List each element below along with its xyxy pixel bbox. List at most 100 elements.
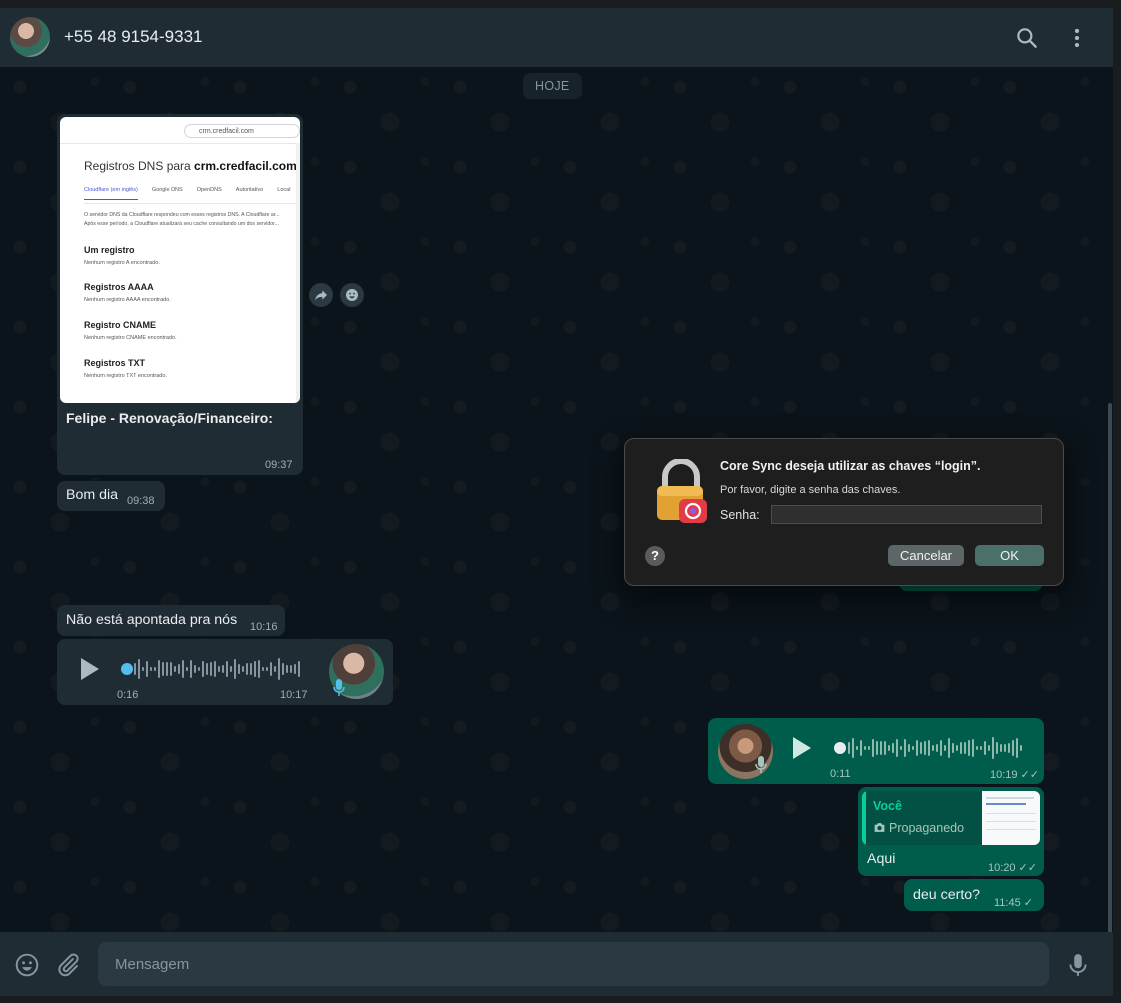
waveform-bar	[266, 666, 268, 672]
waveform-bar	[852, 737, 854, 759]
waveform-bar	[254, 661, 256, 677]
screenshot-section-title: Um registro	[84, 245, 135, 255]
forward-icon[interactable]	[309, 283, 333, 307]
screenshot-section-title: Registro CNAME	[84, 320, 157, 330]
waveform-bar	[1012, 739, 1014, 757]
waveform-bar	[158, 659, 160, 679]
attach-icon[interactable]	[55, 952, 81, 978]
waveform-bar	[218, 666, 220, 672]
waveform-bar	[242, 665, 244, 673]
waveform-bar	[222, 665, 224, 673]
waveform-bar	[238, 664, 240, 674]
waveform-bar	[884, 741, 886, 755]
reply-message[interactable]: Você Propaganedo Aqui 10:20 ✓✓	[858, 787, 1044, 876]
quoted-message[interactable]: Você Propaganedo	[862, 791, 1040, 845]
quote-author: Você	[873, 799, 902, 813]
screenshot-section-title: Registros AAAA	[84, 282, 154, 292]
audio-progress-dot[interactable]	[121, 663, 133, 675]
ok-button[interactable]: OK	[975, 545, 1044, 566]
help-button[interactable]: ?	[645, 546, 665, 566]
screenshot-heading: Registros DNS para crm.credfacil.com	[84, 159, 297, 173]
contact-name[interactable]: +55 48 9154-9331	[64, 27, 203, 47]
double-check-icon: ✓✓	[1020, 769, 1039, 781]
message-input[interactable]	[98, 942, 1049, 986]
waveform-bar	[912, 745, 914, 751]
play-icon[interactable]	[793, 737, 811, 759]
screenshot-section-note: Nenhum registro AAAA encontrado.	[84, 297, 171, 303]
cancel-button[interactable]: Cancelar	[888, 545, 964, 566]
outgoing-message[interactable]: deu certo? 11:45 ✓	[904, 879, 1044, 911]
keychain-dialog[interactable]: Core Sync deseja utilizar as chaves “log…	[624, 438, 1064, 586]
quote-text: Propaganedo	[873, 821, 964, 835]
waveform-bar	[996, 742, 998, 754]
waveform-bar	[992, 737, 994, 759]
waveform-bar	[868, 745, 870, 751]
message-text: deu certo?	[913, 887, 981, 903]
waveform-bar	[202, 661, 204, 677]
screenshot-section-note: Nenhum registro TXT encontrado.	[84, 373, 167, 379]
waveform-bar	[298, 660, 300, 678]
waveform-bar	[262, 666, 264, 672]
waveform-bar	[194, 665, 196, 673]
waveform-bar	[234, 658, 236, 680]
contact-avatar[interactable]	[10, 17, 50, 57]
waveform-bar	[872, 738, 874, 758]
waveform-bar	[924, 740, 926, 756]
waveform-bar	[170, 662, 172, 676]
waveform-bar	[294, 664, 296, 674]
composer-bar[interactable]	[0, 932, 1113, 996]
chat-scrollbar[interactable]	[1108, 403, 1112, 933]
waveform-bar	[940, 739, 942, 757]
quote-thumbnail	[982, 791, 1040, 845]
waveform-bar	[270, 662, 272, 676]
waveform-bar	[178, 663, 180, 675]
window-bottom-strip	[0, 996, 1121, 1003]
waveform-bar	[182, 659, 184, 679]
window-right-strip	[1113, 0, 1121, 1003]
search-icon[interactable]	[1014, 25, 1040, 51]
menu-icon[interactable]	[1064, 25, 1090, 51]
password-field[interactable]	[771, 505, 1042, 524]
waveform-bar	[150, 666, 152, 672]
waveform-bar	[274, 665, 276, 673]
waveform-bar	[984, 741, 986, 755]
waveform-bar	[166, 662, 168, 676]
audio-progress-dot[interactable]	[834, 742, 846, 754]
audio-waveform[interactable]	[134, 656, 300, 682]
waveform-bar	[226, 660, 228, 678]
waveform-bar	[964, 742, 966, 754]
waveform-bar	[142, 666, 144, 672]
waveform-bar	[1004, 743, 1006, 753]
message-time: 10:20 ✓✓	[988, 862, 1037, 874]
waveform-bar	[980, 745, 982, 751]
play-icon[interactable]	[81, 658, 99, 680]
waveform-bar	[900, 745, 902, 751]
image-message[interactable]: crm.credfacil.com Registros DNS para crm…	[57, 114, 303, 475]
react-emoji-icon[interactable]	[340, 283, 364, 307]
double-check-icon: ✓✓	[1018, 862, 1037, 874]
waveform-bar	[210, 661, 212, 677]
incoming-audio-message[interactable]: 0:16 10:17	[57, 639, 393, 705]
waveform-bar	[960, 741, 962, 755]
waveform-bar	[848, 742, 850, 754]
image-thumbnail[interactable]: crm.credfacil.com Registros DNS para crm…	[60, 117, 300, 403]
waveform-bar	[286, 664, 288, 674]
waveform-bar	[928, 739, 930, 757]
waveform-bar	[972, 738, 974, 758]
waveform-bar	[860, 740, 862, 756]
waveform-bar	[968, 740, 970, 756]
chat-header[interactable]: +55 48 9154-9331	[0, 8, 1113, 67]
waveform-bar	[198, 666, 200, 672]
incoming-message[interactable]: Bom dia 09:38	[57, 481, 165, 511]
message-text: Bom dia	[66, 487, 119, 503]
mic-icon[interactable]	[1065, 952, 1091, 978]
emoji-icon[interactable]	[14, 952, 40, 978]
waveform-bar	[246, 662, 248, 676]
outgoing-audio-message[interactable]: 0:11 10:19 ✓✓	[708, 718, 1044, 784]
incoming-message[interactable]: Não está apontada pra nós 10:16	[57, 605, 285, 636]
message-time: 11:45 ✓	[994, 897, 1033, 909]
audio-waveform[interactable]	[848, 735, 1022, 761]
waveform-bar	[932, 745, 934, 751]
message-time: 10:17	[280, 689, 308, 701]
waveform-bar	[948, 737, 950, 759]
